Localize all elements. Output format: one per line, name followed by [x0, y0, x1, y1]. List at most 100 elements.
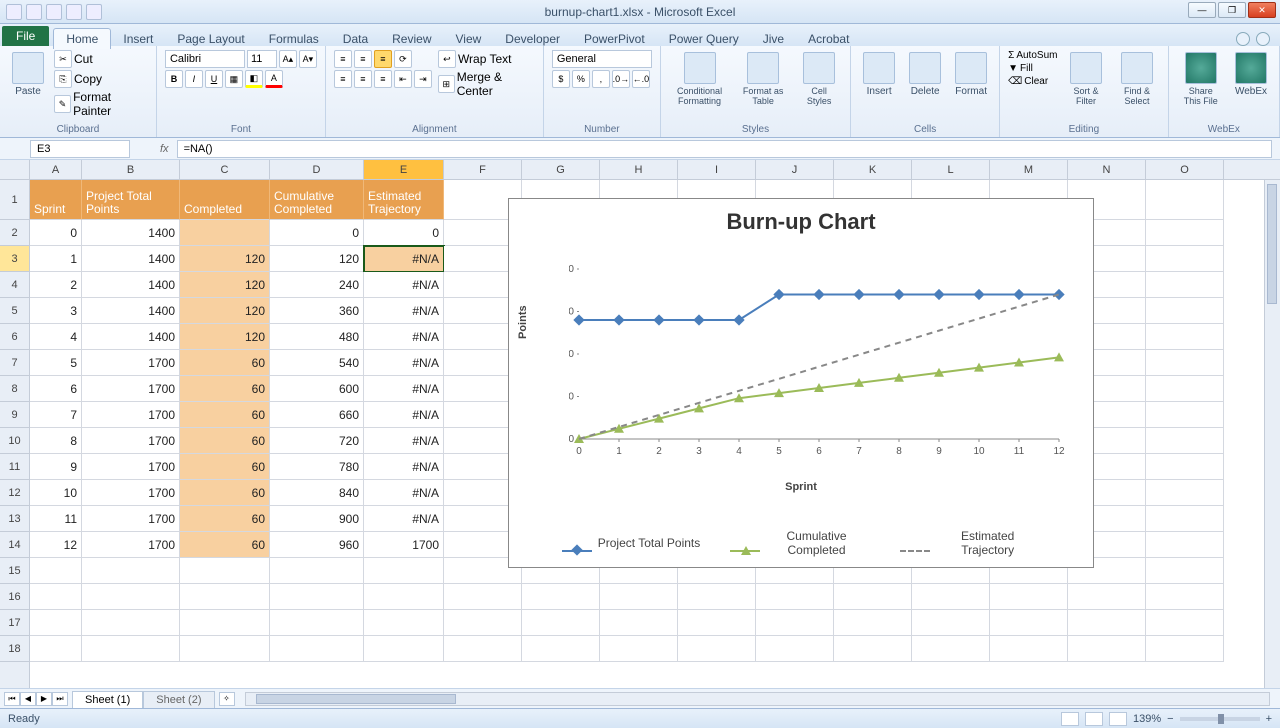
cell[interactable]	[1146, 272, 1224, 298]
col-header-M[interactable]: M	[990, 160, 1068, 179]
zoom-level[interactable]: 139%	[1133, 713, 1161, 725]
cell[interactable]: 120	[270, 246, 364, 272]
row-header-2[interactable]: 2	[0, 220, 29, 246]
cell[interactable]	[180, 636, 270, 662]
cell[interactable]: 11	[30, 506, 82, 532]
row-header-8[interactable]: 8	[0, 376, 29, 402]
cell[interactable]: #N/A	[364, 480, 444, 506]
cell[interactable]: 5	[30, 350, 82, 376]
row-header-10[interactable]: 10	[0, 428, 29, 454]
col-header-L[interactable]: L	[912, 160, 990, 179]
cell[interactable]	[30, 584, 82, 610]
cell[interactable]: 1700	[82, 350, 180, 376]
delete-cells-button[interactable]: Delete	[905, 50, 945, 99]
comma-icon[interactable]: ,	[592, 70, 610, 88]
horizontal-scrollbar[interactable]	[245, 692, 1271, 706]
cell[interactable]: #N/A	[364, 454, 444, 480]
cell[interactable]: 8	[30, 428, 82, 454]
fill-button[interactable]: ▼Fill	[1008, 63, 1057, 74]
maximize-button[interactable]: ❐	[1218, 2, 1246, 18]
worksheet-grid[interactable]: 123456789101112131415161718 ABCDEFGHIJKL…	[0, 160, 1280, 688]
decrease-decimal-icon[interactable]: ←.0	[632, 70, 650, 88]
undo-icon[interactable]	[46, 4, 62, 20]
cell[interactable]: 540	[270, 350, 364, 376]
cell[interactable]	[522, 610, 600, 636]
cut-button[interactable]: ✂Cut	[54, 50, 148, 68]
cell[interactable]	[1068, 610, 1146, 636]
cell[interactable]	[30, 558, 82, 584]
cell[interactable]	[990, 584, 1068, 610]
cell[interactable]: 1400	[82, 246, 180, 272]
align-middle-icon[interactable]: ≡	[354, 50, 372, 68]
embedded-chart[interactable]: Burn-up Chart Points 0500100015002000012…	[508, 198, 1094, 568]
decrease-indent-icon[interactable]: ⇤	[394, 70, 412, 88]
cell[interactable]: 660	[270, 402, 364, 428]
col-header-I[interactable]: I	[678, 160, 756, 179]
cell[interactable]: 60	[180, 480, 270, 506]
clear-button[interactable]: ⌫Clear	[1008, 76, 1057, 87]
cell[interactable]: Cumulative Completed	[270, 180, 364, 220]
cell[interactable]	[912, 584, 990, 610]
cell[interactable]: 60	[180, 350, 270, 376]
sheet-nav-first[interactable]: ⏮	[4, 692, 20, 706]
cell[interactable]: 60	[180, 376, 270, 402]
cell[interactable]: 120	[180, 324, 270, 350]
align-bottom-icon[interactable]: ≡	[374, 50, 392, 68]
col-header-K[interactable]: K	[834, 160, 912, 179]
cell[interactable]: 720	[270, 428, 364, 454]
cell[interactable]	[912, 636, 990, 662]
cell[interactable]	[1146, 454, 1224, 480]
cell[interactable]	[270, 584, 364, 610]
find-select-button[interactable]: Find & Select	[1115, 50, 1160, 108]
redo-icon[interactable]	[66, 4, 82, 20]
cell[interactable]: #N/A	[364, 246, 444, 272]
close-button[interactable]: ✕	[1248, 2, 1276, 18]
cell[interactable]	[1146, 584, 1224, 610]
cell[interactable]	[834, 636, 912, 662]
cell[interactable]	[1146, 350, 1224, 376]
cell[interactable]	[82, 584, 180, 610]
cell[interactable]	[444, 584, 522, 610]
cell[interactable]	[990, 610, 1068, 636]
cell[interactable]: 1700	[82, 506, 180, 532]
share-file-button[interactable]: Share This File	[1177, 50, 1225, 108]
cell[interactable]	[82, 636, 180, 662]
cell[interactable]	[1146, 402, 1224, 428]
fill-color-button[interactable]: ◧	[245, 70, 263, 88]
row-header-3[interactable]: 3	[0, 246, 29, 272]
cell[interactable]	[834, 584, 912, 610]
insert-cells-button[interactable]: Insert	[859, 50, 899, 99]
cell[interactable]	[1146, 324, 1224, 350]
cell[interactable]: 60	[180, 402, 270, 428]
row-header-11[interactable]: 11	[0, 454, 29, 480]
cell[interactable]: 480	[270, 324, 364, 350]
border-button[interactable]: ▦	[225, 70, 243, 88]
view-pagebreak-icon[interactable]	[1109, 712, 1127, 726]
align-right-icon[interactable]: ≡	[374, 70, 392, 88]
zoom-in-button[interactable]: +	[1266, 713, 1272, 725]
cell[interactable]	[1146, 180, 1224, 220]
cell[interactable]	[1146, 532, 1224, 558]
percent-icon[interactable]: %	[572, 70, 590, 88]
cell[interactable]: 12	[30, 532, 82, 558]
underline-button[interactable]: U	[205, 70, 223, 88]
cell[interactable]	[270, 610, 364, 636]
cell[interactable]: 1700	[82, 428, 180, 454]
cell[interactable]	[1146, 506, 1224, 532]
help-icon[interactable]	[1256, 32, 1270, 46]
col-header-O[interactable]: O	[1146, 160, 1224, 179]
col-header-H[interactable]: H	[600, 160, 678, 179]
align-left-icon[interactable]: ≡	[334, 70, 352, 88]
font-color-button[interactable]: A	[265, 70, 283, 88]
col-header-C[interactable]: C	[180, 160, 270, 179]
col-header-B[interactable]: B	[82, 160, 180, 179]
cell[interactable]: 10	[30, 480, 82, 506]
paste-button[interactable]: Paste	[8, 50, 48, 99]
cell[interactable]: #N/A	[364, 376, 444, 402]
cell[interactable]: 900	[270, 506, 364, 532]
cell[interactable]: 780	[270, 454, 364, 480]
cell[interactable]: 0	[30, 220, 82, 246]
row-header-13[interactable]: 13	[0, 506, 29, 532]
cell[interactable]	[600, 610, 678, 636]
vertical-scrollbar[interactable]	[1264, 180, 1280, 688]
